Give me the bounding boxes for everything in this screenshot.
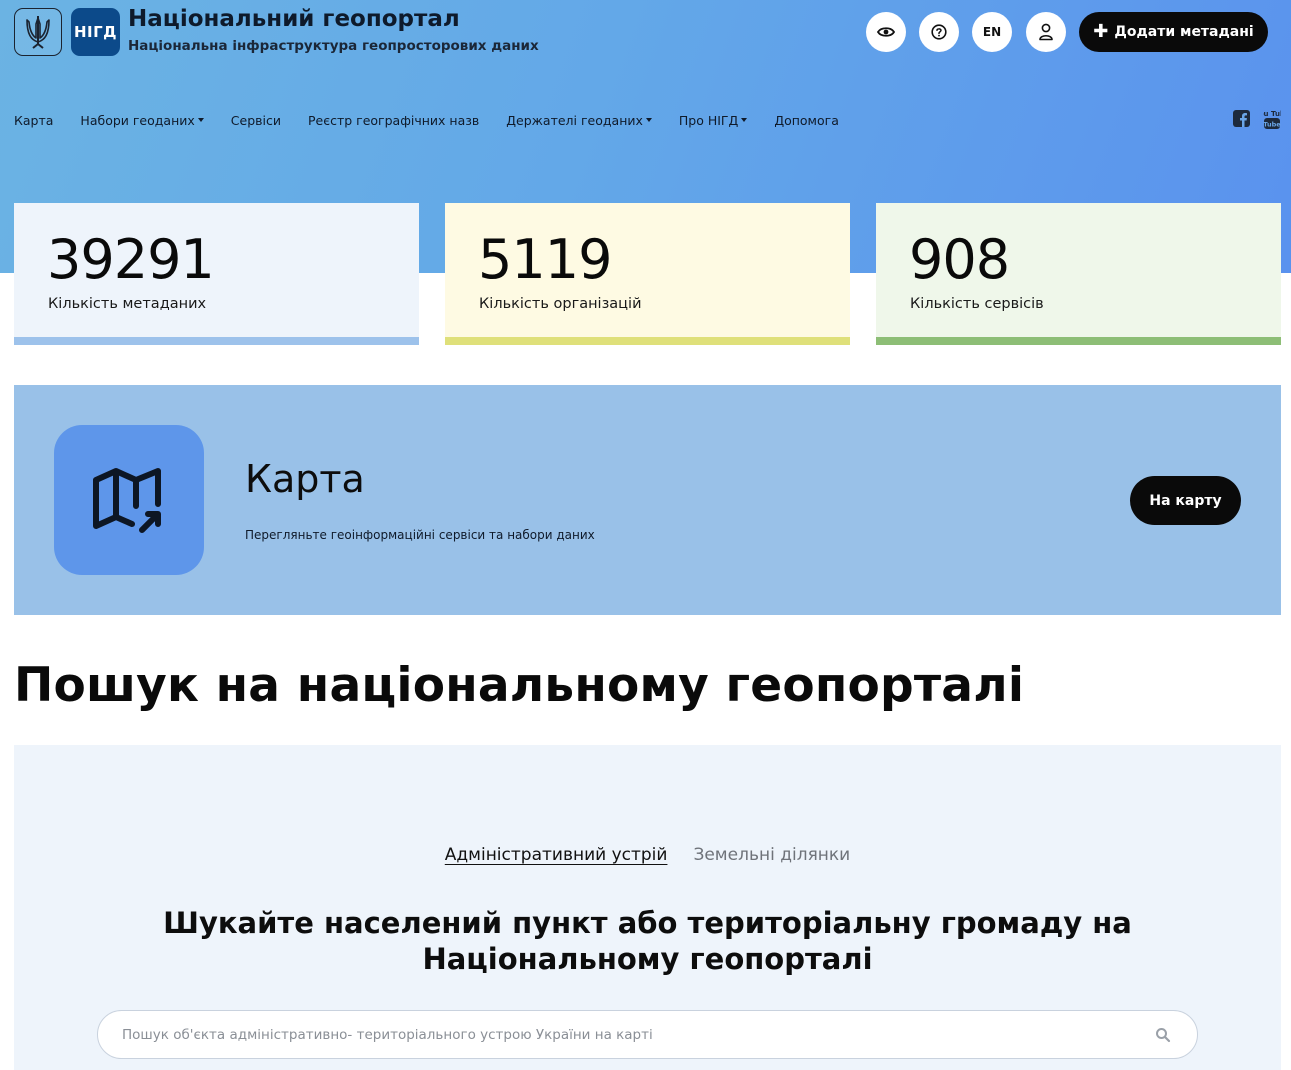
stat-accent-bar (445, 337, 850, 345)
search-section-heading: Пошук на національному геопорталі (14, 658, 1025, 713)
caret-down-icon (645, 118, 652, 122)
language-label: EN (982, 25, 1002, 39)
nav-item-about[interactable]: Про НІГД (679, 113, 748, 128)
add-metadata-button[interactable]: ✚ Додати метадані (1079, 12, 1268, 52)
map-banner: Карта Перегляньте геоінформаційні сервіс… (14, 385, 1281, 615)
nav-item-help[interactable]: Допомога (774, 113, 839, 128)
main-nav: Карта Набори геоданих Сервіси Реєстр гео… (14, 110, 866, 130)
stat-value: 908 (909, 228, 1010, 291)
user-icon (1039, 23, 1053, 41)
site-subtitle: Національна інфраструктура геопросторови… (128, 38, 539, 54)
trident-icon (26, 16, 50, 49)
coat-of-arms-logo[interactable] (14, 8, 62, 56)
stat-accent-bar (14, 337, 419, 345)
search-panel-heading-line2: Національному геопорталі (422, 942, 873, 976)
map-icon-tile (54, 425, 204, 575)
nav-item-geonames-registry[interactable]: Реєстр географічних назв (308, 113, 479, 128)
nav-item-map[interactable]: Карта (14, 113, 53, 128)
search-panel-heading-line1: Шукайте населений пункт або територіальн… (163, 906, 1132, 940)
youtube-icon[interactable]: You Tube Tube (1263, 108, 1281, 130)
nigd-logo[interactable]: НІГД (71, 8, 120, 56)
caret-down-icon (197, 118, 204, 122)
nav-item-datasets[interactable]: Набори геоданих (80, 113, 204, 128)
stat-label: Кількість організацій (479, 296, 642, 312)
nav-item-data-holders[interactable]: Держателі геоданих (506, 113, 652, 128)
tab-administrative-division[interactable]: Адміністративний устрій (445, 845, 668, 865)
stat-label: Кількість метаданих (48, 296, 207, 312)
language-switch-button[interactable]: EN (972, 12, 1012, 52)
svg-text:You Tube: You Tube (1263, 110, 1281, 118)
tab-land-plots[interactable]: Земельні ділянки (693, 845, 850, 865)
caret-down-icon (741, 118, 748, 122)
search-icon[interactable] (1155, 1027, 1171, 1043)
stat-card-organizations[interactable]: 5119 Кількість організацій (445, 203, 850, 345)
nav-item-services[interactable]: Сервіси (231, 113, 281, 128)
stat-label: Кількість сервісів (910, 296, 1044, 312)
add-metadata-label: Додати метадані (1114, 24, 1254, 40)
facebook-icon[interactable] (1233, 110, 1250, 127)
site-title[interactable]: Національний геопортал (128, 6, 460, 32)
stat-accent-bar (876, 337, 1281, 345)
map-banner-description: Перегляньте геоінформаційні сервіси та н… (245, 528, 595, 542)
eye-icon (877, 27, 895, 37)
svg-text:Tube: Tube (1263, 121, 1281, 129)
map-arrow-icon (93, 468, 161, 533)
login-button[interactable] (1026, 12, 1066, 52)
stat-value: 5119 (478, 228, 612, 291)
search-box[interactable] (97, 1010, 1198, 1059)
help-button[interactable] (919, 12, 959, 52)
search-panel: Адміністративний устрій Земельні ділянки… (14, 745, 1281, 1070)
map-banner-title: Карта (245, 457, 365, 501)
plus-icon: ✚ (1093, 21, 1109, 42)
search-input[interactable] (122, 1011, 1142, 1058)
search-panel-heading: Шукайте населений пункт або територіальн… (14, 905, 1281, 977)
search-tabs: Адміністративний устрій Земельні ділянки (14, 845, 1281, 865)
stat-value: 39291 (47, 228, 215, 291)
help-icon (931, 24, 947, 40)
stat-card-metadata[interactable]: 39291 Кількість метаданих (14, 203, 419, 345)
go-to-map-button[interactable]: На карту (1130, 476, 1241, 525)
accessibility-button[interactable] (866, 12, 906, 52)
stat-card-services[interactable]: 908 Кількість сервісів (876, 203, 1281, 345)
